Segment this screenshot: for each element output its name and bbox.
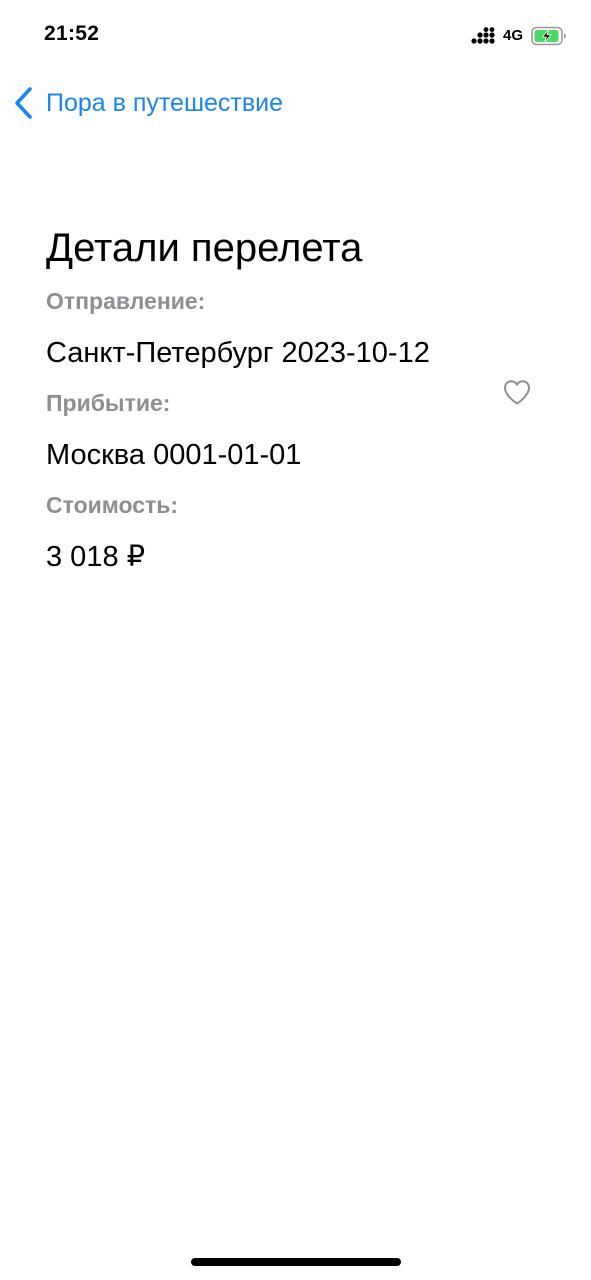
price-label: Стоимость:: [46, 492, 179, 518]
chevron-left-icon: [15, 87, 32, 119]
page-title: Детали перелета: [46, 226, 363, 270]
favorite-button[interactable]: [502, 378, 532, 406]
flight-details: Детали перелета Отправление: Санкт-Петер…: [46, 222, 556, 592]
departure-label: Отправление:: [46, 288, 206, 314]
signal-bars-icon: [471, 27, 495, 44]
back-button[interactable]: Пора в путешествие: [12, 86, 283, 120]
heart-outline-icon: [504, 380, 530, 405]
back-button-label: Пора в путешествие: [46, 89, 284, 117]
departure-value: Санкт-Петербург 2023-10-12: [46, 337, 430, 369]
battery-charging-icon: [531, 26, 566, 46]
home-indicator: [191, 1258, 401, 1266]
arrival-value: Москва 0001-01-01: [46, 439, 302, 471]
arrival-label: Прибытие:: [46, 390, 171, 416]
status-time: 21:52: [44, 22, 100, 45]
status-bar: 21:52 4G: [0, 0, 591, 70]
price-value: 3 018 ₽: [46, 541, 146, 573]
status-indicators: 4G: [471, 24, 567, 48]
navigation-bar: Пора в путешествие: [0, 80, 591, 130]
network-type: 4G: [502, 27, 523, 44]
